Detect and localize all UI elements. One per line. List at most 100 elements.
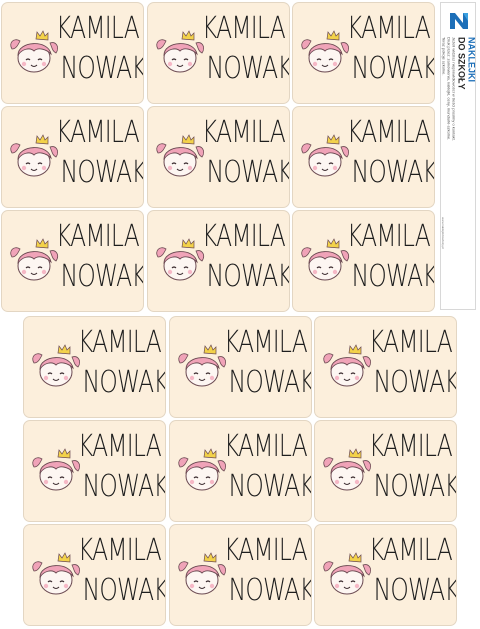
last-name: NOWAK xyxy=(60,259,144,294)
last-name: NOWAK xyxy=(351,51,435,86)
name-sticker: KAMILA NOWAK xyxy=(147,2,290,104)
crown-icon xyxy=(348,448,362,459)
name-sticker: KAMILA NOWAK xyxy=(169,316,312,418)
crown-icon xyxy=(181,134,195,145)
name-sticker: KAMILA NOWAK xyxy=(147,210,290,312)
name-sticker: KAMILA NOWAK xyxy=(23,420,166,522)
princess-face-icon xyxy=(10,30,58,73)
first-name: KAMILA xyxy=(202,219,286,254)
princess-face-icon xyxy=(178,344,226,387)
last-name: NOWAK xyxy=(373,469,457,504)
princess-face-icon xyxy=(32,552,80,595)
princess-face-icon xyxy=(323,552,371,595)
first-name: KAMILA xyxy=(78,533,162,568)
sticker-name: KAMILA NOWAK xyxy=(347,113,435,193)
first-name: KAMILA xyxy=(224,429,308,464)
crown-icon xyxy=(326,238,340,249)
first-name: KAMILA xyxy=(224,533,308,568)
princess-face-icon xyxy=(10,238,58,281)
first-name: KAMILA xyxy=(202,115,286,150)
last-name: NOWAK xyxy=(60,51,144,86)
last-name: NOWAK xyxy=(82,573,166,608)
sticker-name: KAMILA NOWAK xyxy=(202,113,289,193)
first-name: KAMILA xyxy=(369,325,453,360)
brand-url: www.naklejkidoszkoly.pl xyxy=(441,217,445,249)
brand-text: NAKLEJKI DO SZKOŁY Jeżeli widzisz niepra… xyxy=(442,37,477,141)
crown-icon xyxy=(35,134,49,145)
sticker-name: KAMILA NOWAK xyxy=(78,531,166,611)
crown-icon xyxy=(57,344,71,355)
brand-name-top: NAKLEJKI xyxy=(466,37,477,83)
princess-face-icon xyxy=(178,448,226,491)
first-name: KAMILA xyxy=(56,11,140,46)
princess-face-icon xyxy=(301,30,349,73)
princess-face-icon xyxy=(156,238,204,281)
name-sticker: KAMILA NOWAK xyxy=(292,2,435,104)
brand-logo-icon xyxy=(450,13,468,29)
princess-face-icon xyxy=(178,552,226,595)
crown-icon xyxy=(181,238,195,249)
sticker-name: KAMILA NOWAK xyxy=(369,531,456,611)
last-name: NOWAK xyxy=(228,365,312,400)
sticker-name: KAMILA NOWAK xyxy=(224,323,312,403)
last-name: NOWAK xyxy=(373,365,457,400)
first-name: KAMILA xyxy=(78,325,162,360)
sticker-name: KAMILA NOWAK xyxy=(224,427,312,507)
last-name: NOWAK xyxy=(206,51,290,86)
princess-face-icon xyxy=(301,134,349,177)
first-name: KAMILA xyxy=(224,325,308,360)
princess-face-icon xyxy=(323,448,371,491)
princess-face-icon xyxy=(10,134,58,177)
name-sticker: KAMILA NOWAK xyxy=(1,2,144,104)
first-name: KAMILA xyxy=(347,219,431,254)
brand-strip: NAKLEJKI DO SZKOŁY Jeżeli widzisz niepra… xyxy=(440,2,477,310)
princess-face-icon xyxy=(32,448,80,491)
princess-face-icon xyxy=(156,30,204,73)
first-name: KAMILA xyxy=(369,533,453,568)
sticker-name: KAMILA NOWAK xyxy=(78,323,166,403)
sticker-name: KAMILA NOWAK xyxy=(369,323,457,403)
name-sticker: KAMILA NOWAK xyxy=(292,210,435,312)
sticker-name: KAMILA NOWAK xyxy=(202,9,290,89)
last-name: NOWAK xyxy=(228,573,312,608)
crown-icon xyxy=(35,238,49,249)
crown-icon xyxy=(57,552,71,563)
last-name: NOWAK xyxy=(228,469,312,504)
crown-icon xyxy=(348,552,362,563)
crown-icon xyxy=(181,30,195,41)
princess-face-icon xyxy=(323,344,371,387)
sticker-name: KAMILA NOWAK xyxy=(347,217,435,297)
sticker-name: KAMILA NOWAK xyxy=(369,427,457,507)
first-name: KAMILA xyxy=(56,115,140,150)
name-sticker: KAMILA NOWAK xyxy=(23,316,166,418)
name-sticker: KAMILA NOWAK xyxy=(314,420,457,522)
last-name: NOWAK xyxy=(206,259,290,294)
sticker-name: KAMILA NOWAK xyxy=(56,113,144,193)
first-name: KAMILA xyxy=(347,11,431,46)
brand-note-2: Druk przez: zamówienia, naklejki, ceny, … xyxy=(446,37,452,141)
sticker-name: KAMILA NOWAK xyxy=(56,217,144,297)
crown-icon xyxy=(203,448,217,459)
sticker-sheet: KAMILA NOWAK KAMILA NOWAK KAMILA NOWAK K… xyxy=(0,0,480,629)
last-name: NOWAK xyxy=(351,259,435,294)
last-name: NOWAK xyxy=(82,469,166,504)
last-name: NOWAK xyxy=(82,365,166,400)
crown-icon xyxy=(203,552,217,563)
name-sticker: KAMILA NOWAK xyxy=(23,524,166,626)
name-sticker: KAMILA NOWAK xyxy=(1,210,144,312)
crown-icon xyxy=(35,30,49,41)
first-name: KAMILA xyxy=(369,429,453,464)
princess-face-icon xyxy=(32,344,80,387)
princess-face-icon xyxy=(156,134,204,177)
brand-note-1: Jeżeli widzisz nieprawidłowości w treści… xyxy=(451,37,457,141)
last-name: NOWAK xyxy=(351,155,435,190)
first-name: KAMILA xyxy=(78,429,162,464)
brand-name-bottom: DO SZKOŁY xyxy=(456,37,467,90)
name-sticker: KAMILA NOWAK xyxy=(1,106,144,208)
name-sticker: KAMILA NOWAK xyxy=(169,524,312,626)
sticker-name: KAMILA NOWAK xyxy=(56,9,144,89)
sticker-name: KAMILA NOWAK xyxy=(78,427,166,507)
last-name: NOWAK xyxy=(60,155,144,190)
crown-icon xyxy=(348,344,362,355)
first-name: KAMILA xyxy=(347,115,431,150)
